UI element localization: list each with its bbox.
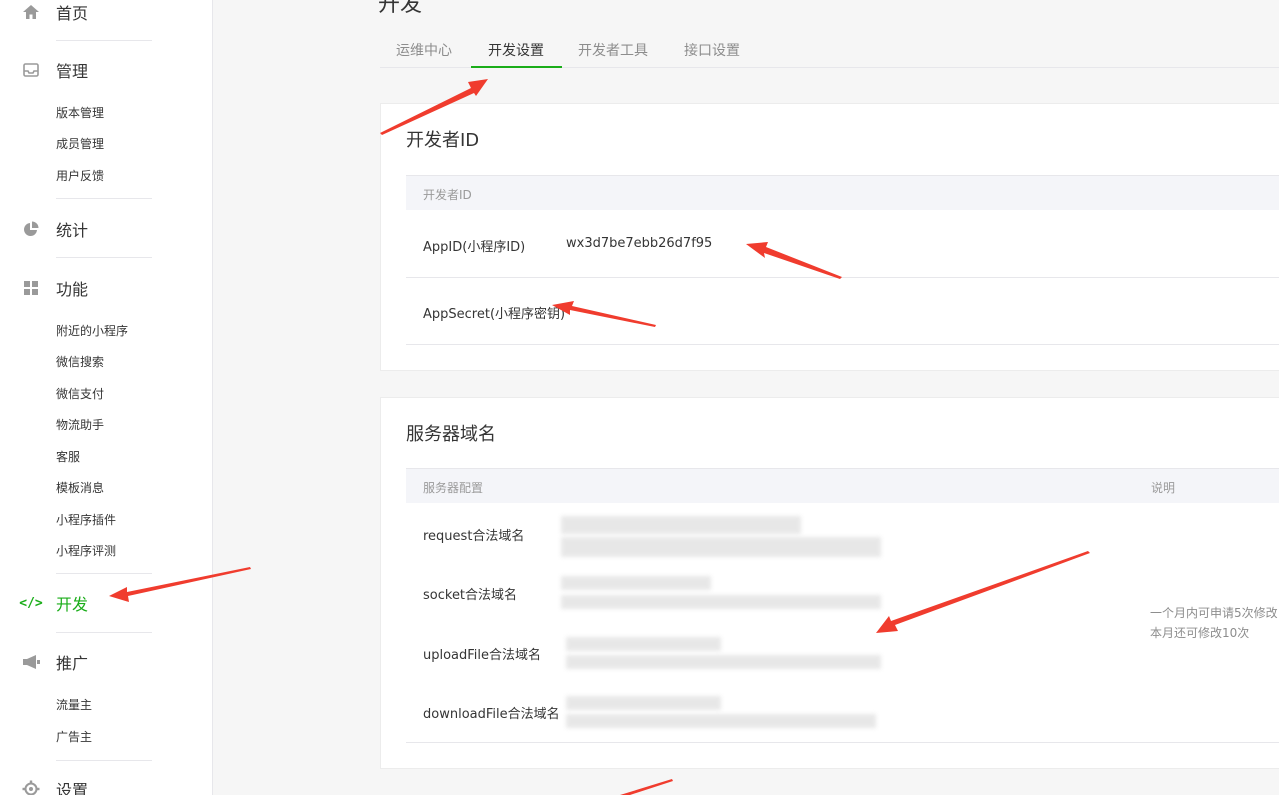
blurred-domain	[566, 655, 881, 669]
tab-dev-settings[interactable]: 开发设置	[488, 40, 544, 68]
divider	[56, 632, 152, 633]
nav-features[interactable]: 功能	[22, 273, 88, 303]
nav-evaluation[interactable]: 小程序评测	[56, 542, 116, 560]
blurred-domain	[561, 595, 881, 609]
nav-features-label: 功能	[56, 280, 89, 299]
server-domain-table-header: 服务器配置 说明	[406, 468, 1279, 503]
inbox-icon	[22, 61, 40, 79]
developer-id-table-header: 开发者ID	[406, 175, 1279, 210]
nav-dev-label: 开发	[56, 595, 89, 614]
appsecret-label: AppSecret(小程序密钥)	[423, 307, 566, 322]
nav-template-message[interactable]: 模板消息	[56, 479, 104, 497]
appid-value[interactable]: wx3d7be7ebb26d7f95	[566, 236, 712, 251]
divider	[56, 760, 152, 761]
request-domain-label: request合法域名	[423, 529, 525, 544]
divider	[56, 573, 152, 574]
divider	[56, 40, 152, 41]
blurred-domain	[566, 696, 721, 710]
nav-traffic-owner[interactable]: 流量主	[56, 696, 92, 714]
pie-chart-icon	[22, 220, 40, 238]
blurred-domain	[561, 516, 801, 534]
nav-home-label: 首页	[56, 4, 89, 23]
nav-stats-label: 统计	[56, 221, 89, 240]
downloadfile-domain-label: downloadFile合法域名	[423, 707, 560, 722]
gear-icon	[22, 780, 40, 795]
blurred-domain	[566, 714, 876, 728]
server-config-header: 服务器配置	[423, 481, 484, 495]
active-tab-indicator	[471, 66, 562, 68]
nav-promote[interactable]: 推广	[22, 647, 88, 677]
modify-limit-note: 一个月内可申请5次修改	[1150, 606, 1278, 620]
nav-user-feedback[interactable]: 用户反馈	[56, 167, 104, 185]
nav-advertiser[interactable]: 广告主	[56, 728, 92, 746]
nav-settings-label: 设置	[56, 781, 89, 795]
nav-version-manage[interactable]: 版本管理	[56, 104, 104, 122]
blurred-domain	[566, 637, 721, 651]
nav-wechat-pay[interactable]: 微信支付	[56, 385, 104, 403]
server-domain-card: 服务器域名 服务器配置 说明 request合法域名 socket合法域名 up…	[380, 397, 1279, 769]
nav-wechat-search[interactable]: 微信搜索	[56, 353, 104, 371]
divider	[56, 257, 152, 258]
code-icon: </>	[19, 595, 43, 611]
page-title: 开发	[378, 0, 423, 17]
blurred-domain	[561, 537, 881, 557]
developer-id-header-label: 开发者ID	[423, 188, 472, 202]
home-icon	[22, 3, 40, 21]
appid-label: AppID(小程序ID)	[423, 240, 526, 255]
appid-row: AppID(小程序ID) wx3d7be7ebb26d7f95	[406, 210, 1279, 278]
nav-plugins[interactable]: 小程序插件	[56, 511, 116, 529]
nav-manage[interactable]: 管理	[22, 55, 88, 85]
modify-remaining-note: 本月还可修改10次	[1150, 626, 1250, 640]
tab-dev-tools[interactable]: 开发者工具	[578, 40, 648, 68]
divider	[56, 198, 152, 199]
developer-id-card: 开发者ID 开发者ID AppID(小程序ID) wx3d7be7ebb26d7…	[380, 103, 1279, 371]
nav-promote-label: 推广	[56, 654, 89, 673]
nav-manage-label: 管理	[56, 62, 89, 81]
server-domain-title: 服务器域名	[406, 424, 496, 445]
nav-stats[interactable]: 统计	[22, 214, 88, 244]
megaphone-icon	[22, 653, 40, 671]
tab-api-settings[interactable]: 接口设置	[684, 40, 740, 68]
blurred-domain	[561, 576, 711, 590]
uploadfile-domain-label: uploadFile合法域名	[423, 648, 542, 663]
server-domain-rows: request合法域名 socket合法域名 uploadFile合法域名 do…	[406, 503, 1279, 743]
developer-id-title: 开发者ID	[406, 130, 480, 151]
description-header: 说明	[1151, 481, 1176, 495]
nav-home[interactable]: 首页	[22, 0, 88, 27]
nav-dev[interactable]: </> 开发	[19, 588, 89, 618]
nav-nearby-miniprogram[interactable]: 附近的小程序	[56, 322, 128, 340]
sidebar: 首页 管理 版本管理 成员管理 用户反馈 统计 功能 附近的小程序 微信搜索 微…	[0, 0, 213, 795]
annotation-arrow	[620, 779, 673, 795]
tab-ops-center[interactable]: 运维中心	[396, 40, 452, 68]
nav-logistics[interactable]: 物流助手	[56, 416, 104, 434]
nav-member-manage[interactable]: 成员管理	[56, 135, 104, 153]
socket-domain-label: socket合法域名	[423, 588, 518, 603]
appsecret-row: AppSecret(小程序密钥)	[406, 278, 1279, 345]
nav-settings[interactable]: 设置	[22, 774, 88, 795]
nav-customer-service[interactable]: 客服	[56, 448, 80, 466]
grid-icon	[22, 279, 40, 297]
